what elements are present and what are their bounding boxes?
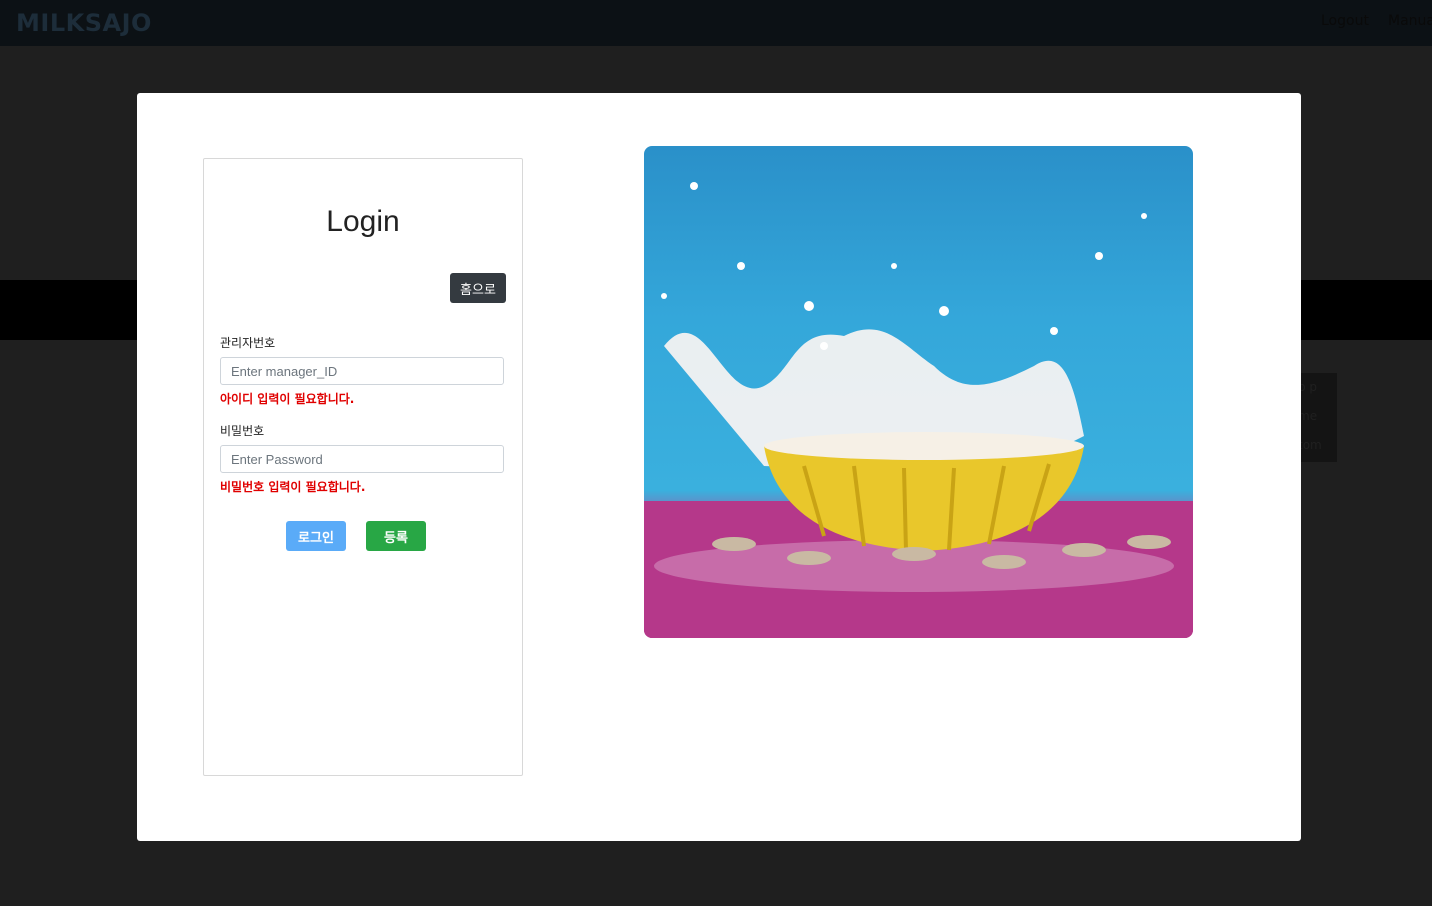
cereal-piece [712, 537, 756, 551]
milk-droplet [1141, 213, 1147, 219]
milk-droplet [804, 301, 814, 311]
bowl-milk-surface [764, 432, 1084, 460]
milk-droplet [690, 182, 698, 190]
milk-droplet [737, 262, 745, 270]
password-error: 비밀번호 입력이 필요합니다. [220, 480, 366, 494]
login-card: Login 홈으로 관리자번호 아이디 입력이 필요합니다. 비밀번호 비밀번호… [203, 158, 523, 776]
password-label: 비밀번호 [220, 424, 265, 438]
login-button[interactable]: 로그인 [286, 521, 346, 551]
manager-id-input[interactable] [220, 357, 504, 385]
cereal-piece [1062, 543, 1106, 557]
manager-id-label: 관리자번호 [220, 336, 276, 350]
milk-splash-illustration [644, 182, 1193, 638]
login-title: Login [326, 205, 400, 238]
cereal-piece [982, 555, 1026, 569]
milk-droplet [1095, 252, 1103, 260]
milk-droplet [661, 293, 667, 299]
cereal-piece [787, 551, 831, 565]
top-navbar: MILKSAJO Logout Manual [0, 0, 1432, 46]
manager-id-error: 아이디 입력이 필요합니다. [220, 392, 355, 406]
milk-droplet [891, 263, 897, 269]
home-button[interactable]: 홈으로 [450, 273, 506, 303]
milk-splash-image [644, 146, 1193, 638]
login-modal: Login 홈으로 관리자번호 아이디 입력이 필요합니다. 비밀번호 비밀번호… [137, 93, 1301, 841]
milk-droplet [1050, 327, 1058, 335]
cereal-piece [1127, 535, 1171, 549]
brand-logo[interactable]: MILKSAJO [16, 9, 152, 37]
milk-droplet [820, 342, 828, 350]
milk-droplet [939, 306, 949, 316]
cereal-piece [892, 547, 936, 561]
password-input[interactable] [220, 445, 504, 473]
manual-link[interactable]: Manual [1388, 13, 1432, 29]
register-button[interactable]: 등록 [366, 521, 426, 551]
logout-link[interactable]: Logout [1321, 13, 1369, 29]
